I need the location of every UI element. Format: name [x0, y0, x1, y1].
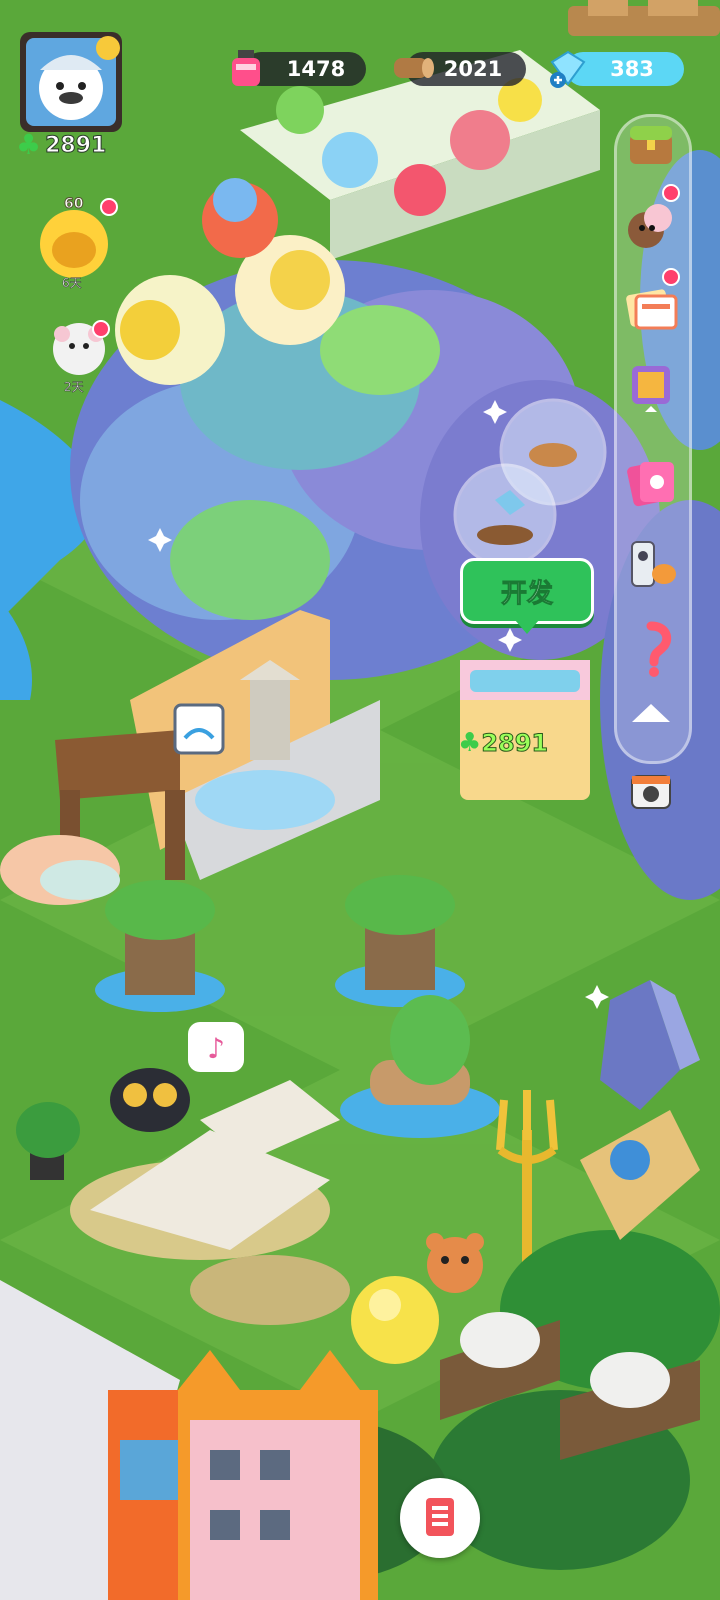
wood-log-icon — [390, 48, 436, 92]
storage-chest-icon — [630, 126, 672, 164]
side-menu-news[interactable] — [622, 278, 680, 336]
order-list-icon — [426, 1498, 454, 1536]
reward-bubble-small[interactable] — [453, 463, 557, 567]
news-ticket-icon — [626, 289, 678, 330]
floating-clover-reward[interactable]: ♣ 2891 — [458, 728, 549, 758]
ink-counter-value: 1478 — [286, 57, 346, 81]
camera-button[interactable] — [622, 762, 680, 820]
side-menu-remote[interactable] — [622, 536, 680, 594]
develop-button[interactable]: 开发 — [460, 558, 594, 624]
cat-frame-shop-icon — [632, 366, 670, 412]
clover-score-value: 2891 — [45, 132, 107, 158]
collapse-arrow-icon — [632, 704, 670, 722]
gem-counter-value: 383 — [610, 57, 654, 81]
gem-icon — [546, 46, 590, 94]
clover-score: ♣ 2891 — [16, 128, 107, 161]
floating-clover-icon: ♣ — [458, 728, 482, 758]
svg-text:♪: ♪ — [207, 1032, 225, 1065]
card-book-icon — [627, 461, 674, 507]
side-menu-help[interactable] — [622, 620, 680, 678]
side-menu-cat-shop[interactable] — [622, 356, 680, 414]
floating-clover-value: 2891 — [481, 729, 549, 758]
bear-character[interactable] — [426, 1233, 484, 1293]
wood-counter-value: 2021 — [443, 57, 503, 81]
bear-event-badge — [92, 320, 110, 338]
side-menu-cards[interactable] — [622, 452, 680, 510]
help-question-icon — [646, 621, 672, 677]
develop-button-label: 开发 — [500, 578, 553, 609]
player-avatar[interactable] — [18, 30, 124, 134]
chick-level-label: 60 — [63, 196, 84, 213]
side-menu-storage[interactable] — [622, 114, 680, 172]
side-menu-collapse[interactable] — [622, 692, 680, 750]
animal-friends-icon — [628, 204, 672, 248]
pink-bear-paw — [0, 835, 120, 905]
clover-icon: ♣ — [16, 128, 42, 161]
animals-badge — [662, 184, 680, 202]
music-note-bubble: ♪ — [188, 1022, 244, 1072]
glowing-orb[interactable] — [351, 1276, 439, 1364]
mole-with-goggles[interactable] — [110, 1068, 190, 1132]
develop-button-pointer — [515, 620, 539, 634]
camera-icon — [631, 775, 671, 809]
woodpile-decoration — [568, 0, 720, 48]
orb-highlight — [369, 1289, 401, 1321]
bear-days-label: 2天 — [64, 380, 84, 395]
side-menu-animals[interactable] — [622, 196, 680, 254]
chick-days-label: 6天 — [62, 276, 82, 291]
order-bubble-button[interactable] — [400, 1478, 480, 1558]
ink-bottle-icon — [228, 48, 264, 92]
chick-event-badge — [100, 198, 118, 216]
news-badge — [662, 268, 680, 286]
remote-control-icon — [631, 541, 676, 587]
